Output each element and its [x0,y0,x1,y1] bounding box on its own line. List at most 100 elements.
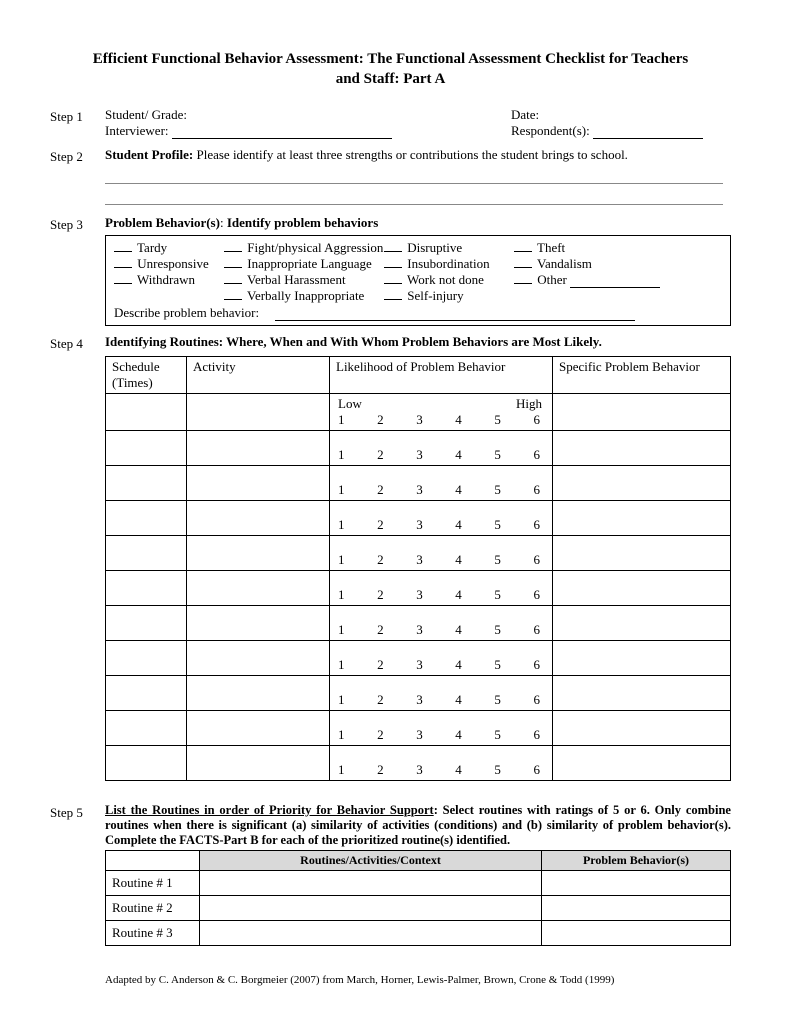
opt-disruptive: Disruptive [407,240,462,255]
check-tardy[interactable] [114,251,132,252]
step-5: Step 5 List the Routines in order of Pri… [50,803,731,946]
routine-3-behavior[interactable] [542,921,731,946]
interviewer-input[interactable] [172,125,392,139]
problem-behaviors-instruction: Identify problem behaviors [227,215,378,230]
check-harassment[interactable] [224,283,242,284]
check-disruptive[interactable] [384,251,402,252]
table-row: 123456 [106,746,731,781]
table-row: 123456 [106,711,731,746]
step-5-lead: List the Routines in order of Priority f… [105,803,434,817]
step-4: Step 4 Identifying Routines: Where, When… [50,334,731,781]
opt-selfinjury: Self-injury [407,288,463,303]
routine-row-2: Routine # 2 [106,896,731,921]
routine-2-behavior[interactable] [542,896,731,921]
opt-unresponsive: Unresponsive [137,256,209,271]
cell-likelihood[interactable]: Low High 1 2 3 4 5 6 [330,394,553,431]
date-label: Date: [511,107,539,122]
routine-table: Routines/Activities/Context Problem Beha… [105,850,731,946]
scale-3: 3 [416,412,423,428]
check-unresponsive[interactable] [114,267,132,268]
table-row: 123456 [106,676,731,711]
profile-line-2[interactable] [105,190,723,205]
schedule-table: Schedule (Times) Activity Likelihood of … [105,356,731,781]
check-language[interactable] [224,267,242,268]
step-1: Step 1 Student/ Grade: Date: Interviewer… [50,107,731,139]
check-theft[interactable] [514,251,532,252]
cell-sched[interactable] [106,394,187,431]
routine-2-label: Routine # 2 [106,896,200,921]
hdr-specific: Specific Problem Behavior [553,357,731,394]
respondents-input[interactable] [593,125,703,139]
routine-1-label: Routine # 1 [106,871,200,896]
table-row: Low High 1 2 3 4 5 6 [106,394,731,431]
page-title: Efficient Functional Behavior Assessment… [90,50,691,89]
profile-line-1[interactable] [105,169,723,184]
check-fight[interactable] [224,251,242,252]
scale-5: 5 [494,412,501,428]
routine-3-context[interactable] [200,921,542,946]
student-grade-label: Student/ Grade: [105,107,187,122]
high-label: High [516,396,542,412]
check-vandalism[interactable] [514,267,532,268]
hdr-schedule: Schedule (Times) [106,357,187,394]
opt-tardy: Tardy [137,240,167,255]
step-5-label: Step 5 [50,803,105,821]
routine-row-1: Routine # 1 [106,871,731,896]
check-insub[interactable] [384,267,402,268]
step-2-label: Step 2 [50,147,105,165]
check-verbally[interactable] [224,299,242,300]
step-3-label: Step 3 [50,215,105,233]
check-work[interactable] [384,283,402,284]
opt-work: Work not done [407,272,484,287]
step-2: Step 2 Student Profile: Please identify … [50,147,731,205]
table-row: 123456 [106,606,731,641]
opt-other: Other [537,272,567,287]
low-label: Low [338,396,362,412]
scale-6: 6 [533,412,540,428]
student-profile-text: Please identify at least three strengths… [193,147,628,162]
cell-specific[interactable] [553,394,731,431]
respondents-label: Respondent(s): [511,123,590,138]
opt-vandalism: Vandalism [537,256,592,271]
footer-citation: Adapted by C. Anderson & C. Borgmeier (2… [105,974,731,986]
check-other[interactable] [514,283,532,284]
opt-withdrawn: Withdrawn [137,272,195,287]
opt-theft: Theft [537,240,565,255]
cell-act[interactable] [187,394,330,431]
problem-behaviors-label: Problem Behavior(s) [105,215,220,230]
check-withdrawn[interactable] [114,283,132,284]
opt-harassment: Verbal Harassment [247,272,346,287]
opt-language: Inappropriate Language [247,256,372,271]
routine-1-behavior[interactable] [542,871,731,896]
hdr-likelihood: Likelihood of Problem Behavior [330,357,553,394]
interviewer-label: Interviewer: [105,123,169,138]
table-row: 123456 [106,431,731,466]
scale-2: 2 [377,412,384,428]
opt-verbally: Verbally Inappropriate [247,288,364,303]
opt-fight: Fight/physical Aggression [247,240,383,255]
hdr-routines: Routines/Activities/Context [200,851,542,871]
scale-1: 1 [338,412,345,428]
other-input[interactable] [570,274,660,288]
routine-2-context[interactable] [200,896,542,921]
behavior-box: Tardy Unresponsive Withdrawn Fight/physi… [105,235,731,326]
describe-input[interactable] [275,307,635,321]
table-row: 123456 [106,466,731,501]
routine-row-3: Routine # 3 [106,921,731,946]
routine-1-context[interactable] [200,871,542,896]
table-row: 123456 [106,536,731,571]
step-3: Step 3 Problem Behavior(s): Identify pro… [50,215,731,326]
table-row: 123456 [106,641,731,676]
describe-label: Describe problem behavior: [114,305,259,320]
check-selfinjury[interactable] [384,299,402,300]
opt-insub: Insubordination [407,256,489,271]
hdr-activity: Activity [187,357,330,394]
step-1-label: Step 1 [50,107,105,125]
student-profile-label: Student Profile: [105,147,193,162]
hdr-problem-behaviors: Problem Behavior(s) [542,851,731,871]
scale-4: 4 [455,412,462,428]
step-4-label: Step 4 [50,334,105,352]
step-4-heading: Identifying Routines: Where, When and Wi… [105,334,731,350]
routine-3-label: Routine # 3 [106,921,200,946]
table-row: 123456 [106,571,731,606]
